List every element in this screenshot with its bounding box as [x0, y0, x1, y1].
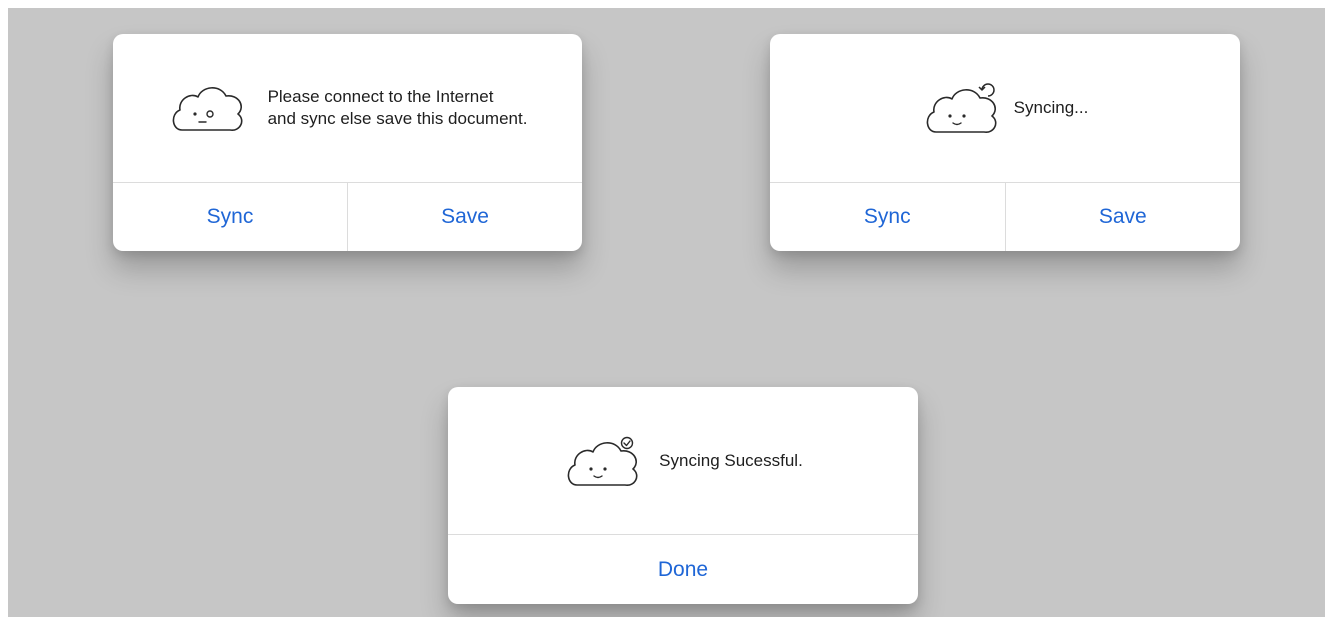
done-button[interactable]: Done	[448, 535, 918, 604]
offline-alert-message: Please connect to the Internet and sync …	[268, 86, 528, 130]
offline-alert-dialog: Please connect to the Internet and sync …	[113, 34, 582, 251]
sync-button[interactable]: Sync	[770, 183, 1005, 251]
sync-success-alert-footer: Done	[448, 534, 918, 604]
save-button[interactable]: Save	[347, 183, 582, 251]
offline-message-line1: Please connect to the Internet	[267, 87, 494, 106]
cloud-check-icon	[567, 436, 638, 486]
syncing-alert-body: Syncing...	[770, 34, 1240, 182]
syncing-alert-dialog: Syncing... Sync Save	[770, 34, 1240, 251]
cloud-face-icon	[172, 87, 242, 131]
sync-success-alert-message: Syncing Sucessful.	[659, 450, 803, 470]
save-button[interactable]: Save	[1004, 183, 1241, 251]
offline-alert-body: Please connect to the Internet and sync …	[113, 34, 582, 182]
syncing-alert-footer: Sync Save	[770, 182, 1240, 251]
syncing-alert-message: Syncing...	[1013, 98, 1089, 117]
screen-background: Please connect to the Internet and sync …	[8, 8, 1325, 617]
cloud-sync-icon	[926, 83, 997, 133]
sync-success-alert-dialog: Syncing Sucessful. Done	[448, 387, 918, 604]
offline-message-line2: and sync else save this document.	[267, 109, 528, 128]
sync-success-alert-body: Syncing Sucessful.	[448, 387, 918, 534]
offline-alert-footer: Sync Save	[113, 182, 582, 251]
sync-button[interactable]: Sync	[113, 183, 347, 251]
